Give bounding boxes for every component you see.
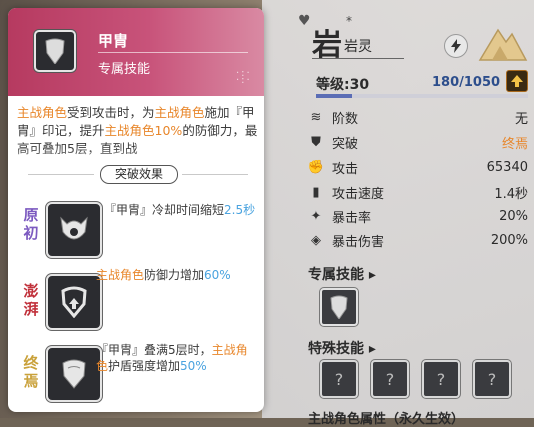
- crit-icon: ✦: [310, 208, 322, 224]
- special-skill-slot-1[interactable]: ?: [320, 360, 358, 398]
- mountain-icon: [478, 22, 528, 66]
- stat-label: 暴击率: [332, 210, 372, 226]
- level-label: 等级:30: [316, 77, 370, 93]
- breakthrough-icon-3: [46, 346, 102, 402]
- breakthrough-text-2: 主战角色防御力增加60%: [96, 268, 231, 282]
- skill-detail-popup: 甲胄 专属技能 ·:· ·:· 主战角色受到攻击时，为主战角色施加『甲胄』印记，提…: [8, 8, 264, 412]
- character-asterisk: *: [346, 14, 352, 28]
- stat-row: ≋ 阶数 无: [308, 106, 528, 128]
- exp-bar-fill: [316, 94, 353, 98]
- exp-value: 180/1050: [432, 75, 501, 90]
- stat-value: 无: [514, 111, 528, 127]
- breakthrough-label-zhongyan: 终焉: [23, 354, 39, 390]
- stat-value: 1.4秒: [494, 186, 528, 202]
- armor-icon: [45, 38, 65, 64]
- exclusive-skill-slot[interactable]: [320, 288, 358, 326]
- exp-bar: [316, 94, 528, 98]
- breakthrough-title: 突破效果: [100, 165, 178, 184]
- lightning-icon: [451, 39, 461, 53]
- stat-label: 突破: [332, 136, 359, 152]
- breakthrough-icon-2: [46, 274, 102, 330]
- popup-title: 甲胄: [98, 32, 129, 50]
- question-icon: ?: [385, 369, 395, 389]
- breakthrough-label-pengpai: 澎湃: [23, 282, 39, 318]
- stat-row: ⛊ 突破 终焉: [308, 131, 528, 153]
- popup-header: 甲胄 专属技能 ·:· ·:·: [8, 8, 264, 96]
- stat-row: ✦ 暴击率 20%: [308, 205, 528, 227]
- stat-value: 200%: [490, 232, 528, 248]
- stat-value: 65340: [486, 159, 528, 175]
- character-name: 岩灵: [344, 39, 372, 55]
- breakthrough-icon-1: [46, 202, 102, 258]
- armor-icon: [330, 295, 348, 319]
- special-skill-slot-3[interactable]: ?: [422, 360, 460, 398]
- armor-icon: [62, 359, 86, 389]
- popup-title-underline: [98, 52, 248, 53]
- wolf-emblem-icon: [60, 216, 88, 240]
- exclusive-skill-header[interactable]: 专属技能 ▸: [308, 264, 376, 284]
- question-icon: ?: [334, 369, 344, 389]
- bar-chart-icon: ▮: [312, 184, 320, 200]
- popup-skill-icon: [34, 30, 76, 72]
- stat-value: 20%: [499, 208, 528, 224]
- question-icon: ?: [487, 369, 497, 389]
- stat-label: 暴击伤害: [332, 234, 385, 250]
- breakthrough-divider-right: [182, 174, 248, 175]
- stat-row: ◈ 暴击伤害 200%: [308, 229, 528, 251]
- stat-label: 阶数: [332, 111, 359, 127]
- stat-value: 终焉: [501, 136, 528, 152]
- breakthrough-label-yuanchu: 原初: [23, 206, 39, 242]
- popup-subtitle: 专属技能: [98, 62, 151, 77]
- armor-up-icon: [61, 286, 87, 318]
- fist-icon: ✊: [307, 159, 325, 175]
- stat-row: ▮ 攻击速度 1.4秒: [308, 181, 528, 203]
- level-up-button[interactable]: [506, 70, 528, 92]
- breakthrough-text-3: 『甲胄』叠满5层时，主战角 色护盾强度增加50%: [96, 343, 248, 373]
- breakthrough-text-1: 『甲胄』冷却时间缩短2.5秒: [104, 203, 256, 217]
- stat-label: 攻击: [332, 161, 359, 177]
- lightning-button[interactable]: [444, 34, 468, 58]
- breakthrough-divider-left: [28, 174, 94, 175]
- question-icon: ?: [436, 369, 446, 389]
- layers-icon: ≋: [310, 109, 322, 125]
- dots-decoration: ·:· ·:·: [236, 68, 252, 86]
- stat-row: ✊ 攻击 65340: [308, 156, 528, 178]
- heart-icon[interactable]: ♥: [298, 14, 312, 28]
- name-underline: [312, 58, 404, 59]
- crit-damage-icon: ◈: [311, 232, 321, 248]
- stat-label: 攻击速度: [332, 186, 385, 202]
- arrow-up-icon: [511, 75, 523, 87]
- special-skill-slot-4[interactable]: ?: [473, 360, 511, 398]
- special-skill-header[interactable]: 特殊技能 ▸: [308, 338, 376, 358]
- special-skill-slot-2[interactable]: ?: [371, 360, 409, 398]
- shield-icon: ⛊: [311, 134, 321, 150]
